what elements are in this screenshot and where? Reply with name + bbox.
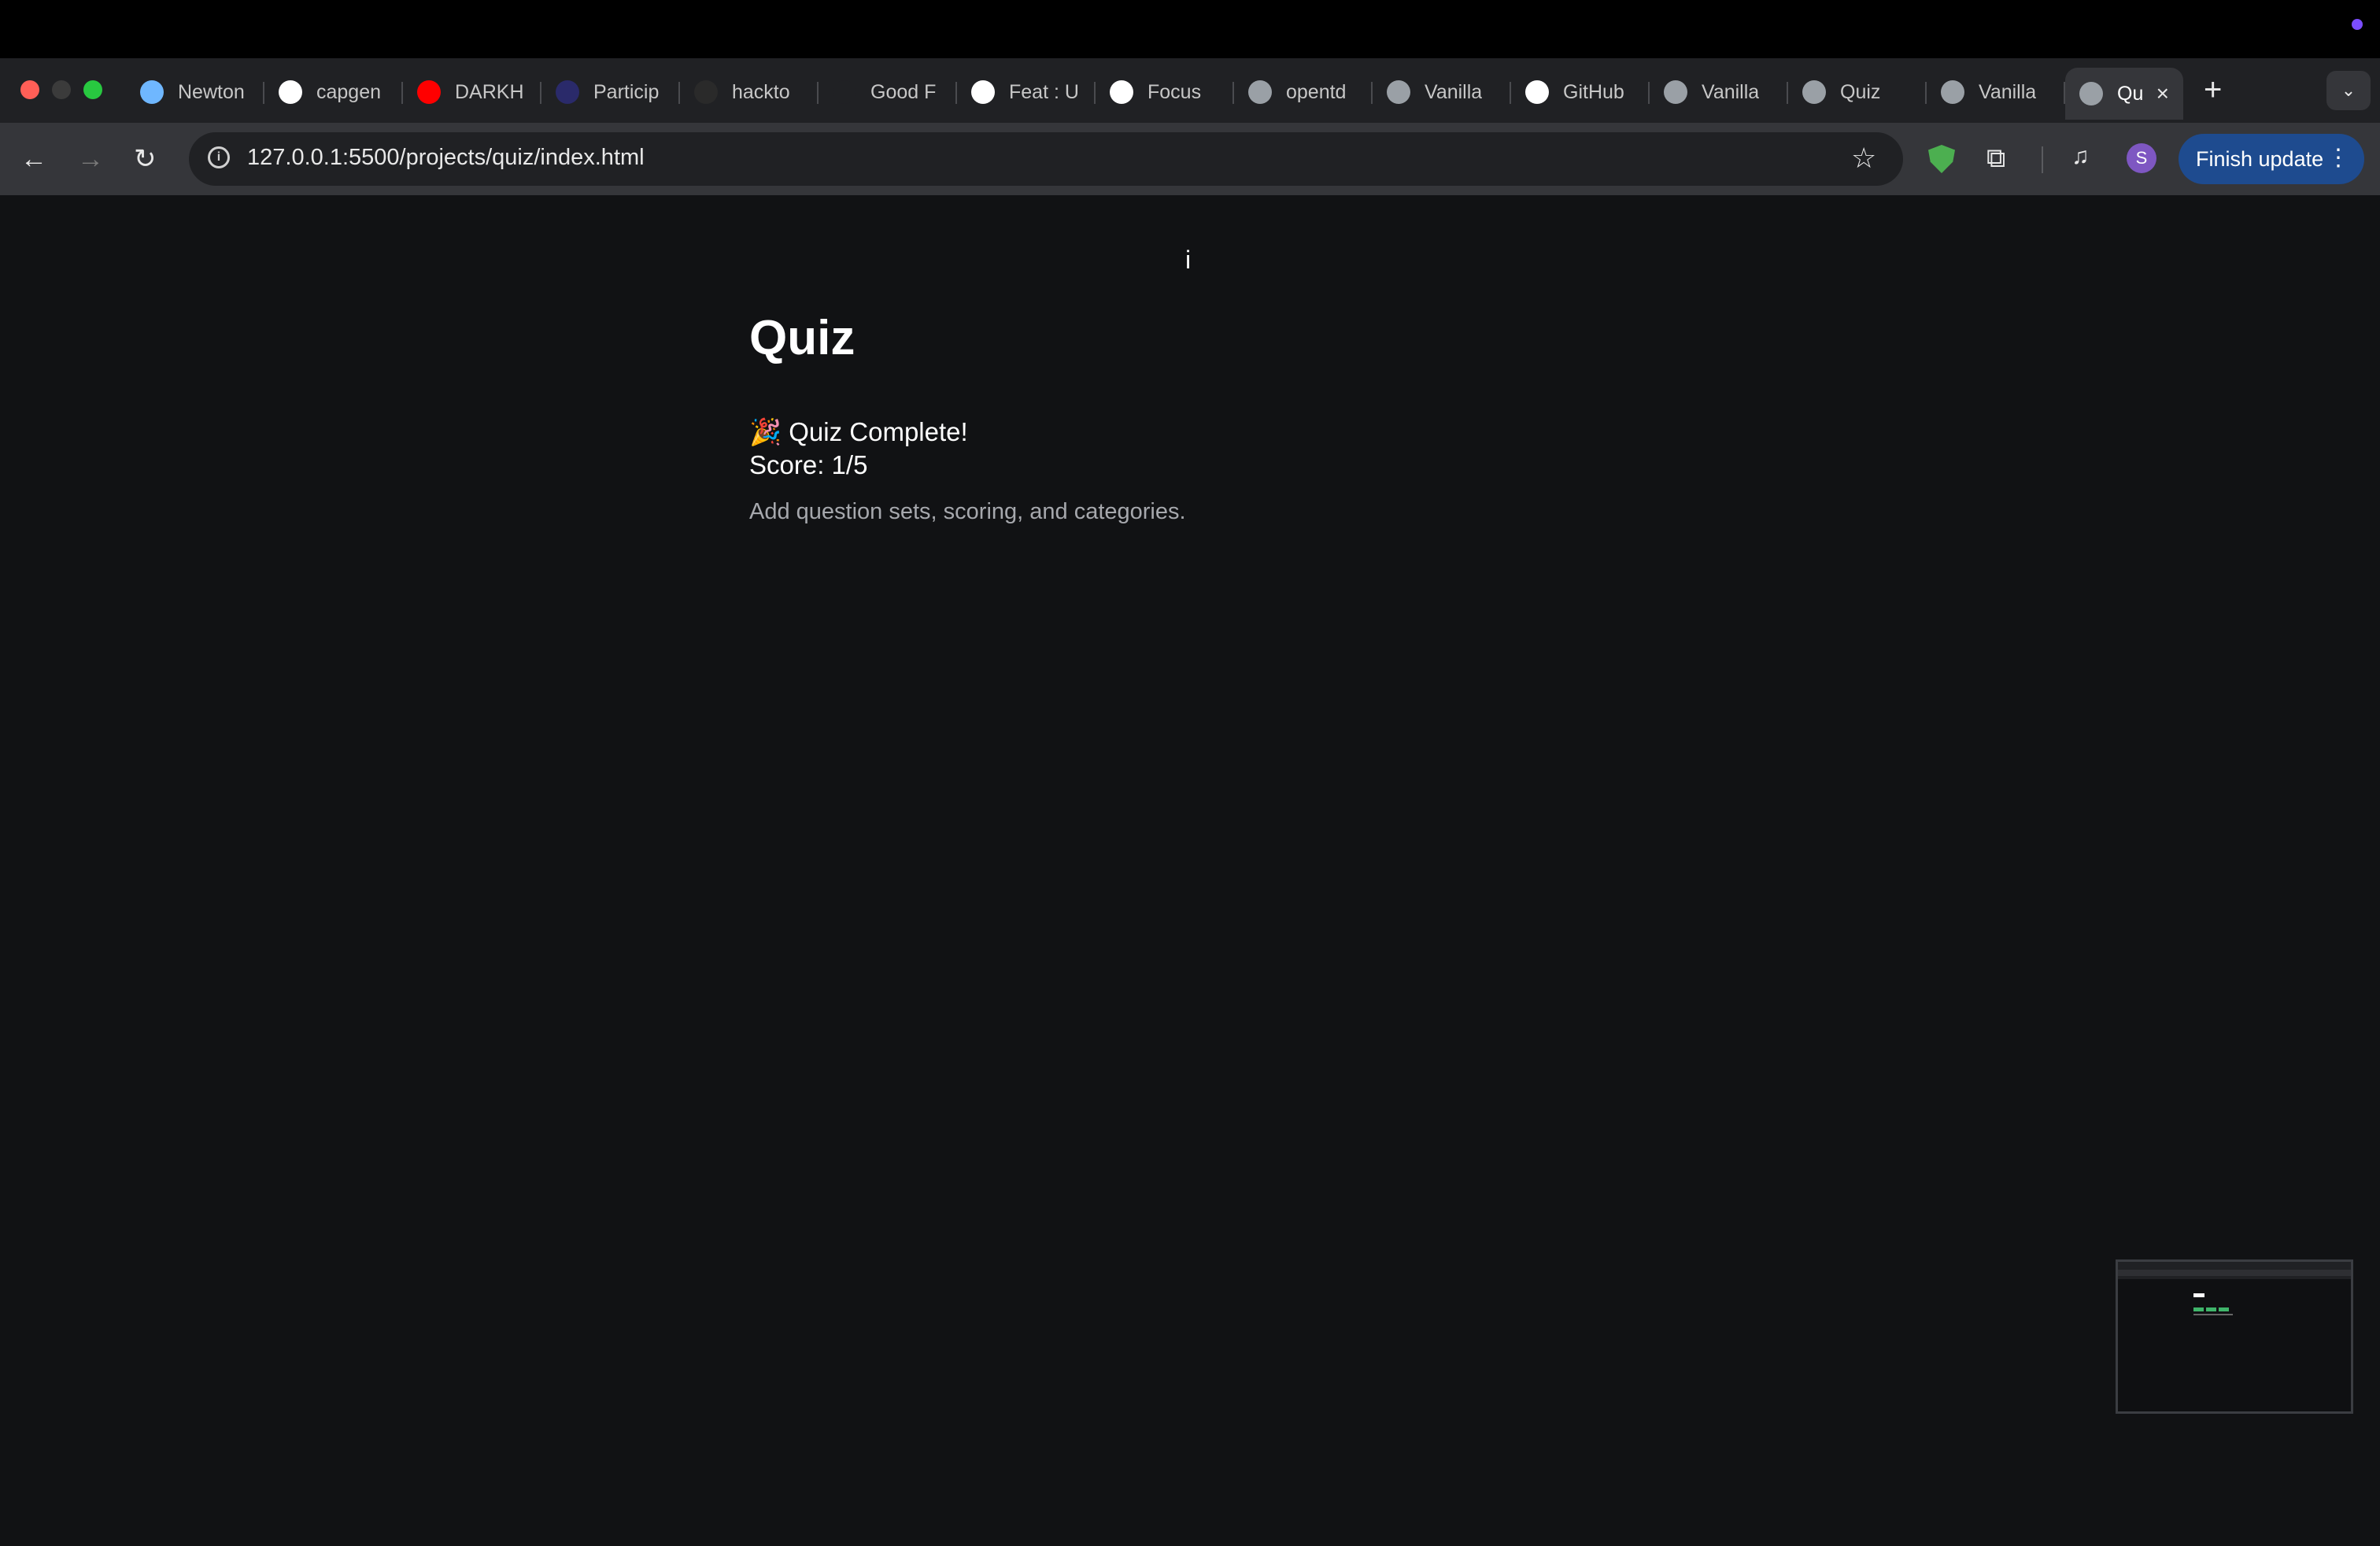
gfi-icon [833, 80, 856, 104]
globe-icon [1664, 80, 1687, 104]
browser-tab[interactable]: hackto [680, 68, 819, 117]
browser-tab[interactable]: Quiz [1788, 68, 1927, 117]
browser-tab[interactable]: Good F [819, 68, 957, 117]
browser-tab[interactable]: Vanilla [1650, 68, 1788, 117]
tab-label: opentd [1286, 80, 1347, 103]
url-text[interactable]: 127.0.0.1:5500/projects/quiz/index.html [247, 145, 645, 171]
browser-tab[interactable]: Vanilla [1373, 68, 1511, 117]
thumb-option [2219, 1307, 2229, 1311]
kebab-menu-icon[interactable]: ⋮ [2326, 145, 2350, 172]
browser-tab[interactable]: capgen [264, 68, 403, 117]
globe-icon [2079, 82, 2103, 105]
tab-label: DARKH [455, 80, 524, 103]
newton-icon [140, 80, 164, 104]
thumb-title [2193, 1293, 2204, 1297]
bookmark-star-icon[interactable]: ☆ [1851, 142, 1876, 175]
site-info-icon[interactable]: i [208, 146, 230, 168]
tab-list: Newton capgen DARKH Particip hackto Good F Fea… [126, 68, 2183, 120]
tab-label: Good F [870, 80, 937, 103]
globe-icon [1387, 80, 1410, 104]
tab-label: Focus [1148, 80, 1202, 103]
tab-label: Newton [178, 80, 245, 103]
screenshot-preview-thumbnail[interactable] [2116, 1259, 2353, 1414]
macos-menubar [0, 0, 2380, 58]
media-control-icon[interactable]: ♫ [2071, 143, 2090, 170]
back-button[interactable]: ← [20, 142, 47, 176]
github-icon [971, 80, 995, 104]
openai-icon [1110, 80, 1133, 104]
globe-icon [1248, 80, 1272, 104]
google-icon [279, 80, 302, 104]
globe-icon [1802, 80, 1826, 104]
browser-tab[interactable]: opentd [1234, 68, 1373, 117]
quiz-result: 🎉 Quiz Complete! Score: 1/5 [749, 416, 1694, 482]
reload-button[interactable]: ↻ [134, 142, 157, 176]
github-icon [1525, 80, 1549, 104]
text-cursor-indicator: i [1185, 246, 1192, 274]
page-title: Quiz [749, 311, 856, 365]
tab-label: Feat : U [1009, 80, 1079, 103]
minimize-window-button[interactable] [52, 80, 71, 99]
browser-tab[interactable]: GitHub [1511, 68, 1650, 117]
chevron-down-icon: ⌄ [2341, 80, 2356, 100]
thumb-option [2193, 1307, 2204, 1311]
youtube-icon [417, 80, 441, 104]
hint-text: Add question sets, scoring, and categori… [749, 499, 1186, 524]
thumb-hint-line [2193, 1314, 2233, 1315]
zoom-window-button[interactable] [83, 80, 102, 99]
tab-label: Vanilla [1702, 80, 1760, 103]
profile-avatar[interactable]: S [2127, 143, 2156, 173]
circle-icon [694, 80, 718, 104]
tab-search-button[interactable]: ⌄ [2326, 71, 2371, 110]
score-text: Score: 1/5 [749, 450, 868, 479]
tab-label: Particip [593, 80, 660, 103]
browser-tab[interactable]: DARKH [403, 68, 541, 117]
forward-button[interactable]: → [77, 142, 104, 176]
globe-icon [1941, 80, 1964, 104]
tab-label: Quiz [1840, 80, 1881, 103]
thumb-option [2206, 1307, 2216, 1311]
browser-tab[interactable]: Focus [1096, 68, 1234, 117]
browser-tab[interactable]: Feat : U [957, 68, 1096, 117]
tab-label: Vanilla [1425, 80, 1483, 103]
tab-label: Vanilla [1979, 80, 2037, 103]
status-dot-icon [2352, 19, 2363, 30]
toolbar-divider [2042, 146, 2043, 173]
tab-label: hackto [732, 80, 790, 103]
finish-update-button[interactable]: Finish update ⋮ [2179, 134, 2364, 184]
browser-tab[interactable]: Vanilla [1927, 68, 2065, 117]
tab-label: capgen [316, 80, 382, 103]
tab-label: GitHub [1563, 80, 1624, 103]
close-tab-icon[interactable]: × [2156, 81, 2169, 106]
hf-icon [556, 80, 579, 104]
active-tab[interactable]: Qu × [2065, 68, 2183, 120]
finish-update-label: Finish update [2196, 146, 2324, 171]
browser-tab[interactable]: Newton [126, 68, 264, 117]
close-window-button[interactable] [20, 80, 39, 99]
extensions-puzzle-icon[interactable]: ⧉ [1986, 143, 2005, 174]
tab-label: Qu [2117, 82, 2142, 105]
thumb-toolbar [2118, 1270, 2351, 1276]
new-tab-button[interactable]: + [2204, 72, 2222, 107]
browser-tab[interactable]: Particip [541, 68, 680, 117]
quiz-complete-text: 🎉 Quiz Complete! [749, 417, 968, 446]
quiz-content: Quiz 🎉 Quiz Complete! Score: 1/5 Add que… [749, 307, 1694, 525]
